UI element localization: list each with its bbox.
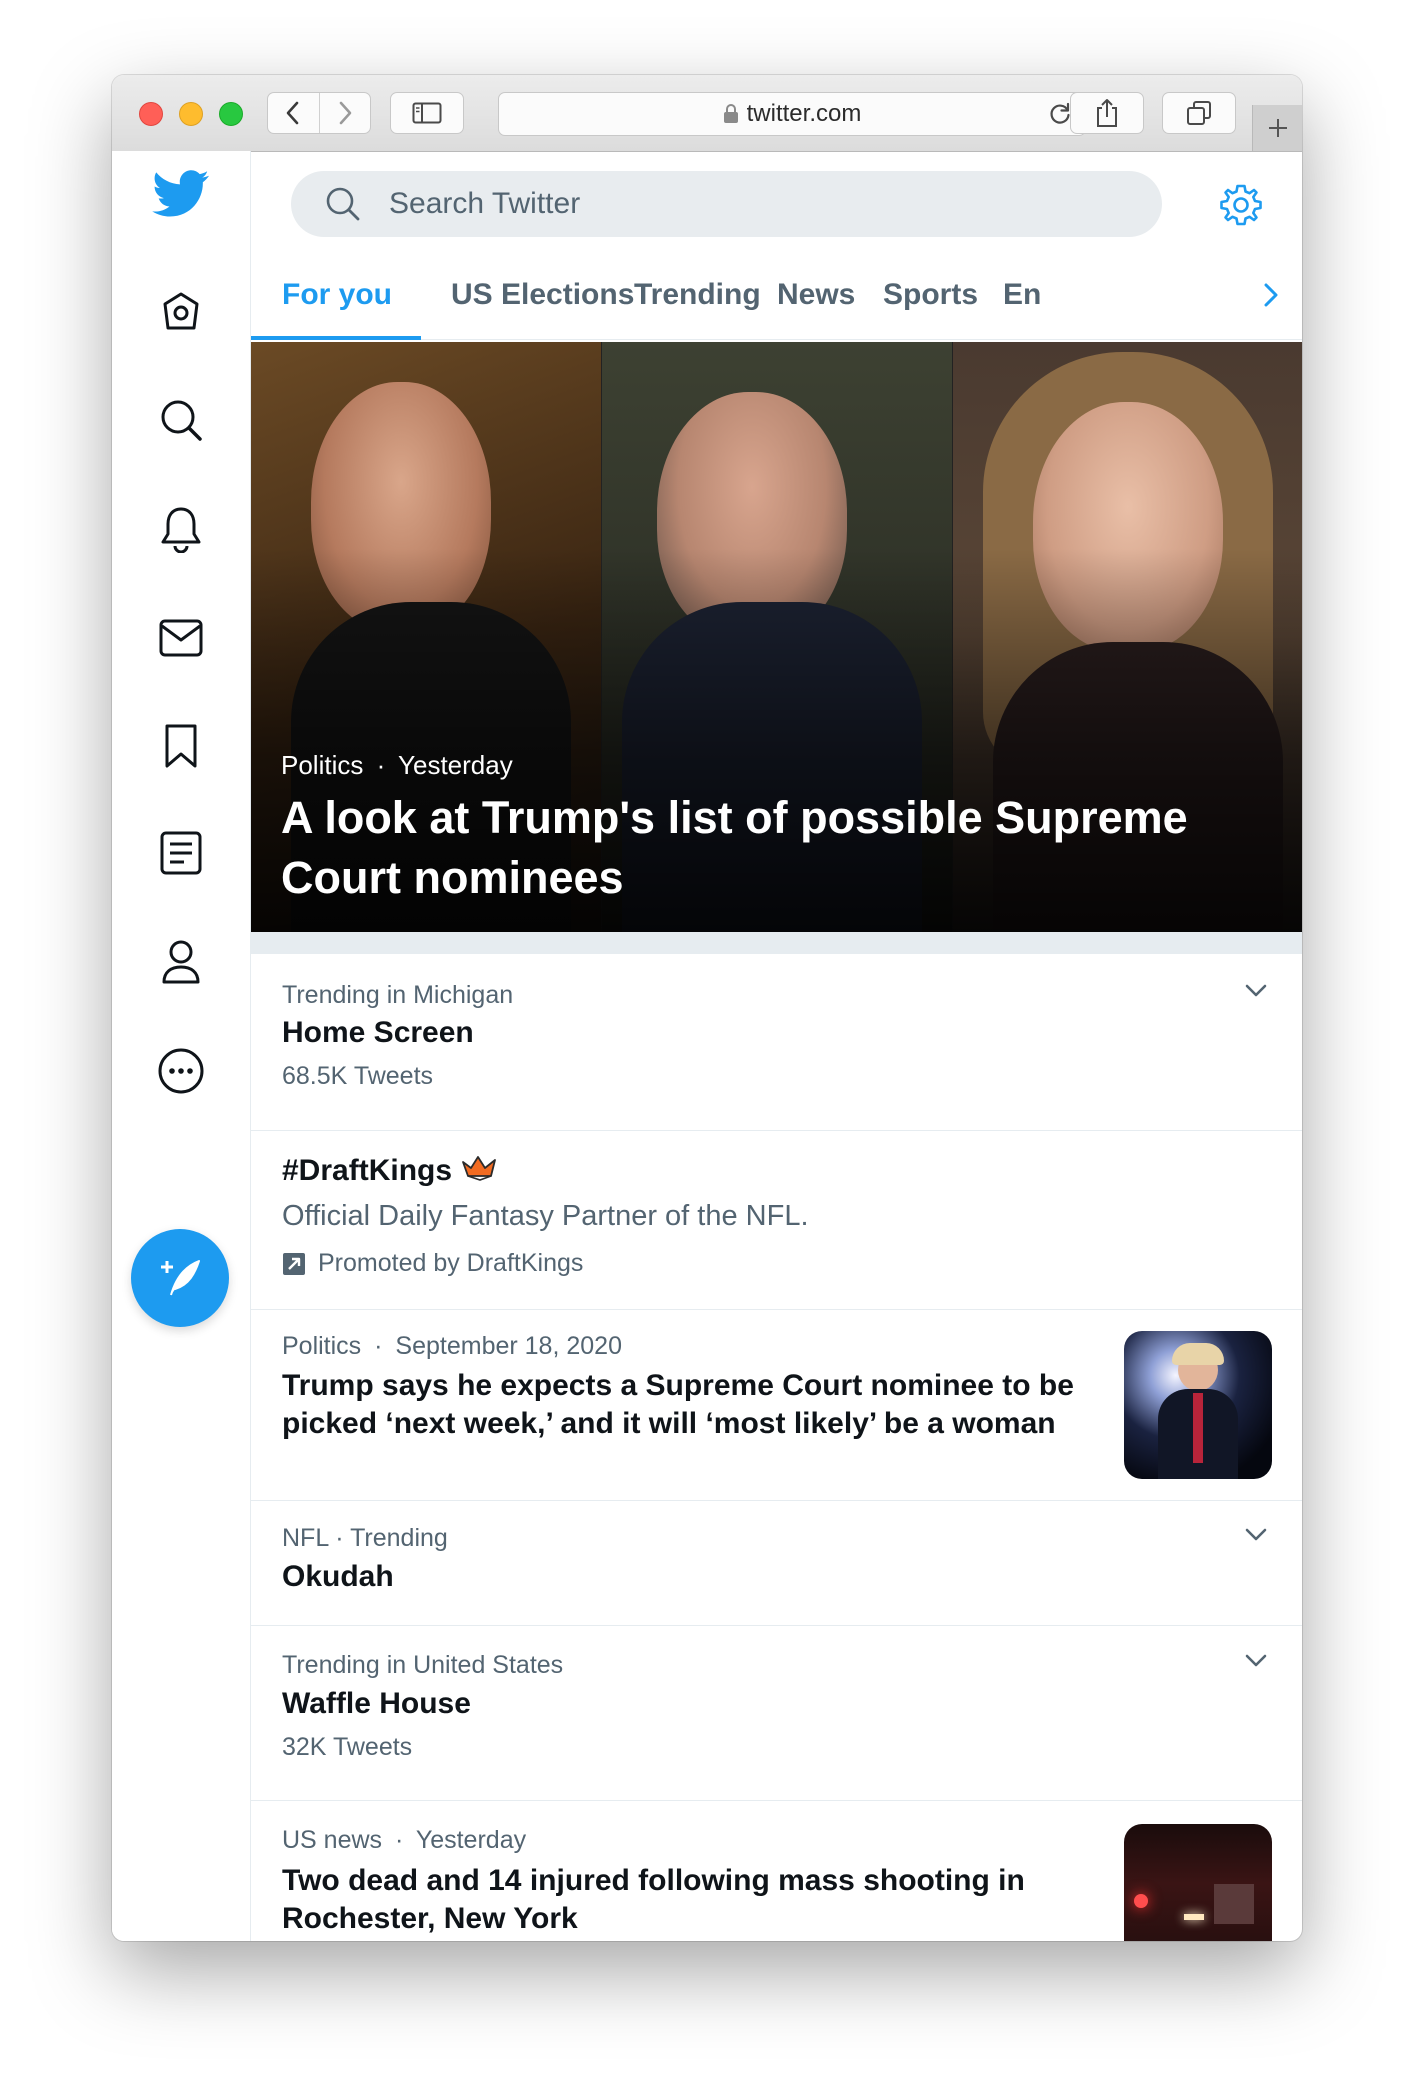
show-tabs-button[interactable]	[1162, 92, 1236, 134]
trend-title: Home Screen	[282, 1016, 474, 1049]
tab-us-elections[interactable]: US Elections	[451, 251, 634, 339]
address-url: twitter.com	[746, 100, 862, 127]
zoom-window-button[interactable]	[219, 102, 243, 126]
section-divider	[251, 932, 1302, 954]
forward-button[interactable]	[319, 93, 370, 133]
trend-context: NFL · Trending	[282, 1524, 448, 1552]
tab-entertainment[interactable]: En	[1003, 251, 1041, 339]
news-thumbnail	[1124, 1824, 1272, 1941]
tabs-scroll-right-button[interactable]	[1251, 273, 1291, 317]
trend-item-okudah[interactable]: NFL · Trending Okudah	[251, 1500, 1302, 1626]
promoted-hashtag: #DraftKings	[282, 1154, 453, 1187]
promoted-label: Promoted by DraftKings	[282, 1249, 583, 1278]
chevron-right-icon	[339, 101, 352, 125]
gear-icon	[1220, 184, 1262, 226]
browser-toolbar: twitter.com	[112, 75, 1302, 152]
plus-icon	[1269, 119, 1287, 137]
news-meta: US news · Yesterday	[282, 1826, 526, 1855]
news-meta: Politics · September 18, 2020	[282, 1332, 622, 1361]
hero-time: Yesterday	[398, 750, 513, 780]
trend-options-button[interactable]	[1241, 976, 1271, 1006]
explore-tabs: For you US Elections Trending News Sport…	[251, 251, 1302, 340]
trend-options-button[interactable]	[1241, 1646, 1271, 1676]
chevron-down-icon	[1245, 1528, 1267, 1541]
hero-meta: Politics · Yesterday	[281, 750, 513, 781]
settings-button[interactable]	[1215, 179, 1267, 231]
draftkings-crown-icon	[462, 1156, 497, 1181]
promoted-arrow-icon	[283, 1252, 305, 1275]
news-item-rochester-shooting[interactable]: US news · Yesterday Two dead and 14 inju…	[251, 1800, 1302, 1941]
back-forward-buttons	[267, 92, 371, 134]
news-headline: Two dead and 14 injured following mass s…	[282, 1864, 1025, 1935]
lists-icon[interactable]	[156, 828, 206, 878]
news-item-supreme-court-nominee[interactable]: Politics · September 18, 2020 Trump says…	[251, 1309, 1302, 1501]
chevron-down-icon	[1245, 984, 1267, 997]
lock-icon	[723, 104, 738, 123]
home-icon[interactable]	[156, 287, 206, 337]
explore-search-icon[interactable]	[156, 395, 206, 445]
news-thumbnail	[1124, 1331, 1272, 1479]
close-window-button[interactable]	[139, 102, 163, 126]
trend-context: Trending in United States	[282, 1651, 564, 1679]
address-bar[interactable]: twitter.com	[498, 92, 1086, 136]
share-icon	[1097, 99, 1117, 127]
notifications-bell-icon[interactable]	[156, 504, 206, 554]
share-button[interactable]	[1070, 92, 1144, 134]
promoted-title: #DraftKings	[282, 1152, 498, 1190]
sidebar-icon	[412, 102, 442, 124]
promoted-description: Official Daily Fantasy Partner of the NF…	[282, 1200, 809, 1232]
bookmarks-icon[interactable]	[156, 721, 206, 771]
left-navigation	[112, 151, 251, 1941]
news-date: Yesterday	[415, 1826, 527, 1854]
news-category: Politics	[282, 1332, 362, 1360]
hero-separator: ·	[376, 750, 386, 780]
tabs-overview-icon	[1187, 101, 1211, 125]
tab-sports[interactable]: Sports	[883, 251, 978, 339]
hero-title: A look at Trump's list of possible Supre…	[281, 792, 1188, 903]
news-separator: ·	[395, 1826, 404, 1854]
browser-window: twitter.com Search Twitter For you US El…	[112, 75, 1302, 1941]
search-input[interactable]	[387, 186, 991, 222]
minimize-window-button[interactable]	[179, 102, 203, 126]
profile-icon[interactable]	[156, 937, 206, 987]
sidebar-toggle-button[interactable]	[390, 92, 464, 134]
news-separator: ·	[374, 1332, 383, 1360]
trend-item-waffle-house[interactable]: Trending in United States Waffle House 3…	[251, 1625, 1302, 1801]
promoted-trend-draftkings[interactable]: #DraftKings Official Daily Fantasy Partn…	[251, 1130, 1302, 1310]
news-headline: Trump says he expects a Supreme Court no…	[282, 1369, 1074, 1440]
promoted-by-text: Promoted by DraftKings	[318, 1249, 584, 1277]
chevron-left-icon	[286, 101, 299, 125]
explore-main: For you US Elections Trending News Sport…	[251, 151, 1302, 1941]
back-button[interactable]	[268, 93, 319, 133]
search-icon	[325, 186, 361, 222]
trend-options-button[interactable]	[1241, 1520, 1271, 1550]
compose-tweet-button[interactable]	[131, 1229, 229, 1327]
active-tab-indicator	[251, 336, 421, 340]
hero-category: Politics	[281, 750, 364, 780]
trend-title: Okudah	[282, 1560, 394, 1593]
tab-news[interactable]: News	[777, 251, 855, 339]
compose-tweet-icon	[161, 1260, 200, 1296]
trend-tweet-count: 68.5K Tweets	[282, 1062, 434, 1090]
trend-item-home-screen[interactable]: Trending in Michigan Home Screen 68.5K T…	[251, 954, 1302, 1131]
new-tab-button[interactable]	[1252, 105, 1302, 151]
chevron-down-icon	[1245, 1654, 1267, 1667]
trend-title: Waffle House	[282, 1687, 471, 1720]
more-icon[interactable]	[156, 1046, 206, 1096]
trend-context: Trending in Michigan	[282, 981, 514, 1009]
tab-trending[interactable]: Trending	[634, 251, 761, 339]
news-category: US news	[282, 1826, 383, 1854]
hero-story[interactable]: Politics · Yesterday A look at Trump's l…	[251, 342, 1302, 932]
tab-for-you[interactable]: For you	[282, 251, 392, 339]
messages-mail-icon[interactable]	[156, 613, 206, 663]
twitter-logo-icon[interactable]	[151, 169, 211, 219]
news-date: September 18, 2020	[395, 1332, 622, 1360]
trend-tweet-count: 32K Tweets	[282, 1733, 413, 1761]
chevron-right-icon	[1264, 283, 1278, 307]
search-bar[interactable]	[291, 171, 1162, 237]
